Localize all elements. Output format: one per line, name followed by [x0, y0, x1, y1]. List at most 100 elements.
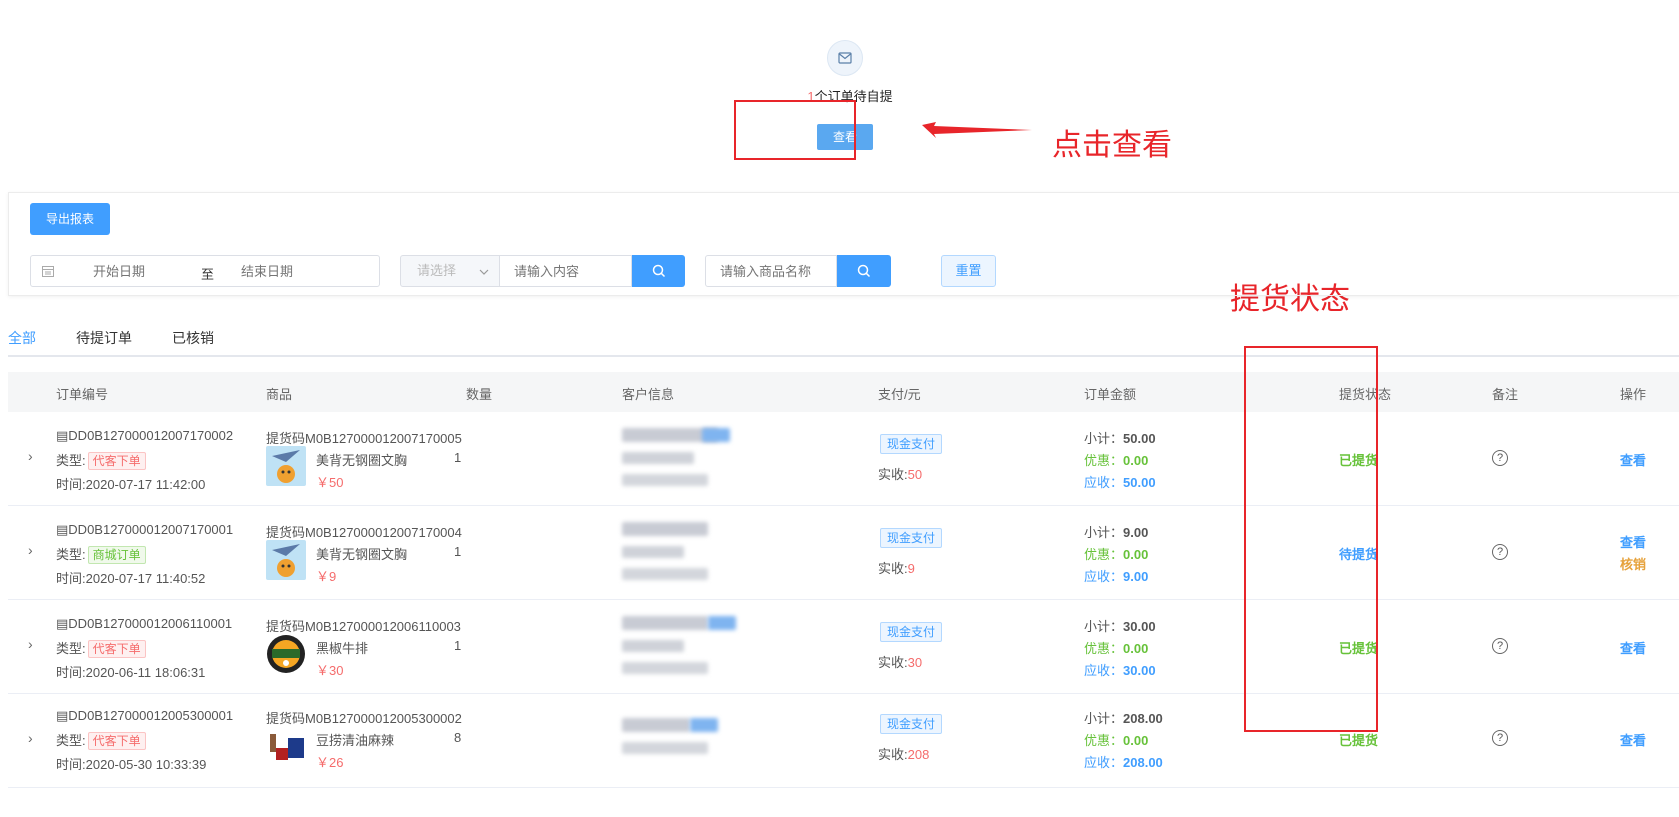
discount-value: 0.00 — [1123, 641, 1149, 656]
filter-panel: 导出报表 至 请选择 重置 — [8, 192, 1679, 296]
tab-verified[interactable]: 已核销 — [172, 328, 214, 348]
quantity: 1 — [454, 638, 462, 653]
type-tag: 商城订单 — [87, 546, 146, 564]
type-tag: 代客下单 — [87, 732, 146, 750]
annotation-box-status — [1244, 346, 1378, 732]
order-time: 时间:2020-06-11 18:06:31 — [56, 662, 205, 681]
product-search-button[interactable] — [837, 255, 891, 287]
document-icon: ▤ — [56, 708, 69, 723]
product-image — [266, 634, 306, 674]
payment-method-tag: 现金支付 — [880, 622, 943, 642]
discount: 优惠：0.00 — [1084, 544, 1148, 563]
col-qty: 数量 — [466, 387, 493, 402]
type-tag: 代客下单 — [87, 640, 146, 658]
paid-amount: 实收:9 — [878, 558, 915, 577]
order-time: 时间:2020-07-17 11:40:52 — [56, 568, 205, 587]
document-icon: ▤ — [56, 522, 69, 537]
chevron-right-icon[interactable]: › — [28, 730, 33, 746]
payment-method: 现金支付 — [878, 622, 943, 642]
chevron-right-icon[interactable]: › — [28, 542, 33, 558]
chevron-right-icon[interactable]: › — [28, 448, 33, 464]
question-icon[interactable]: ? — [1492, 730, 1508, 746]
view-order-link[interactable]: 查看 — [1620, 532, 1646, 551]
annotation-click-view: 点击查看 — [1052, 128, 1172, 163]
mail-icon — [827, 40, 863, 76]
question-icon[interactable]: ? — [1492, 638, 1508, 654]
product-name: 美背无钢圈文胸 — [316, 453, 408, 468]
customer-contact-redacted — [622, 546, 684, 558]
tab-all[interactable]: 全部 — [8, 328, 36, 348]
quantity: 8 — [454, 730, 462, 745]
verify-order-link[interactable]: 核销 — [1620, 554, 1646, 573]
subtotal-value: 208.00 — [1123, 711, 1163, 726]
receivable-label: 应收： — [1084, 475, 1124, 490]
time-label: 时间: — [56, 477, 86, 492]
order-type: 类型: 商城订单 — [56, 544, 146, 564]
product-price: ￥9 — [316, 569, 337, 584]
quantity: 1 — [454, 544, 462, 559]
order-number-text: DD0B127000012007170002 — [68, 428, 234, 443]
order-type: 类型: 代客下单 — [56, 730, 146, 750]
receivable: 应收：208.00 — [1084, 752, 1163, 771]
product-price: ￥50 — [316, 475, 344, 490]
view-order-link[interactable]: 查看 — [1620, 638, 1646, 657]
discount-value: 0.00 — [1123, 733, 1149, 748]
receivable-value: 50.00 — [1123, 475, 1156, 490]
order-number: ▤DD0B127000012007170001 — [56, 522, 233, 538]
export-report-button[interactable]: 导出报表 — [30, 203, 110, 235]
paid-amount: 实收:208 — [878, 744, 929, 763]
paid-value: 50 — [907, 467, 923, 482]
table-row: › ▤DD0B127000012006110001 类型: 代客下单 时间:202… — [8, 600, 1679, 694]
paid-amount: 实收:50 — [878, 464, 922, 483]
time-value: 2020-06-11 18:06:31 — [85, 665, 206, 680]
pickup-status: 已提货 — [1339, 733, 1379, 748]
receivable: 应收：9.00 — [1084, 566, 1148, 585]
order-number: ▤DD0B127000012007170002 — [56, 428, 233, 444]
tab-divider — [8, 355, 1679, 357]
question-icon[interactable]: ? — [1492, 544, 1508, 560]
date-range-picker[interactable]: 至 — [30, 255, 380, 287]
paid-label: 实收: — [878, 561, 908, 576]
product-price: ￥26 — [316, 755, 344, 770]
order-number-text: DD0B127000012005300001 — [68, 708, 234, 723]
reset-button[interactable]: 重置 — [941, 255, 996, 287]
subtotal-label: 小计： — [1084, 431, 1124, 446]
question-icon[interactable]: ? — [1492, 450, 1508, 466]
order-time: 时间:2020-07-17 11:42:00 — [56, 474, 205, 493]
chevron-right-icon[interactable]: › — [28, 636, 33, 652]
end-date-input[interactable] — [241, 257, 351, 285]
time-label: 时间: — [56, 571, 86, 586]
annotation-arrow — [922, 122, 1032, 138]
payment-method-tag: 现金支付 — [880, 528, 943, 548]
time-value: 2020-07-17 11:40:52 — [85, 571, 206, 586]
pickup-code: 提货码M0B127000012005300002 — [266, 711, 462, 726]
view-order-link[interactable]: 查看 — [1620, 450, 1646, 469]
view-order-link[interactable]: 查看 — [1620, 730, 1646, 749]
customer-name-redacted — [622, 616, 708, 630]
type-label: 类型: — [56, 453, 86, 468]
tab-pending-pickup[interactable]: 待提订单 — [76, 328, 132, 348]
table-row: › ▤DD0B127000012007170002 类型: 代客下单 时间:202… — [8, 412, 1679, 506]
payment-method: 现金支付 — [878, 434, 943, 454]
customer-address-redacted — [622, 662, 708, 674]
customer-tag-redacted — [690, 718, 718, 732]
type-label: 类型: — [56, 733, 86, 748]
start-date-input[interactable] — [93, 257, 203, 285]
order-number-text: DD0B127000012006110001 — [68, 616, 233, 631]
time-value: 2020-05-30 10:33:39 — [85, 757, 207, 772]
discount: 优惠：0.00 — [1084, 638, 1148, 657]
time-label: 时间: — [56, 757, 86, 772]
product-name: 豆捞清油麻辣 — [316, 733, 395, 748]
content-search-input[interactable] — [500, 255, 632, 287]
order-type: 类型: 代客下单 — [56, 638, 146, 658]
time-value: 2020-07-17 11:42:00 — [85, 477, 206, 492]
col-order-no: 订单编号 — [56, 387, 109, 402]
content-search-button[interactable] — [632, 255, 685, 287]
subtotal-value: 50.00 — [1123, 431, 1156, 446]
type-label: 类型: — [56, 641, 86, 656]
search-icon — [857, 264, 871, 278]
product-search-input[interactable] — [705, 255, 837, 287]
search-type-select[interactable]: 请选择 — [400, 255, 500, 287]
product-image — [266, 540, 306, 580]
paid-value: 9 — [907, 561, 915, 576]
